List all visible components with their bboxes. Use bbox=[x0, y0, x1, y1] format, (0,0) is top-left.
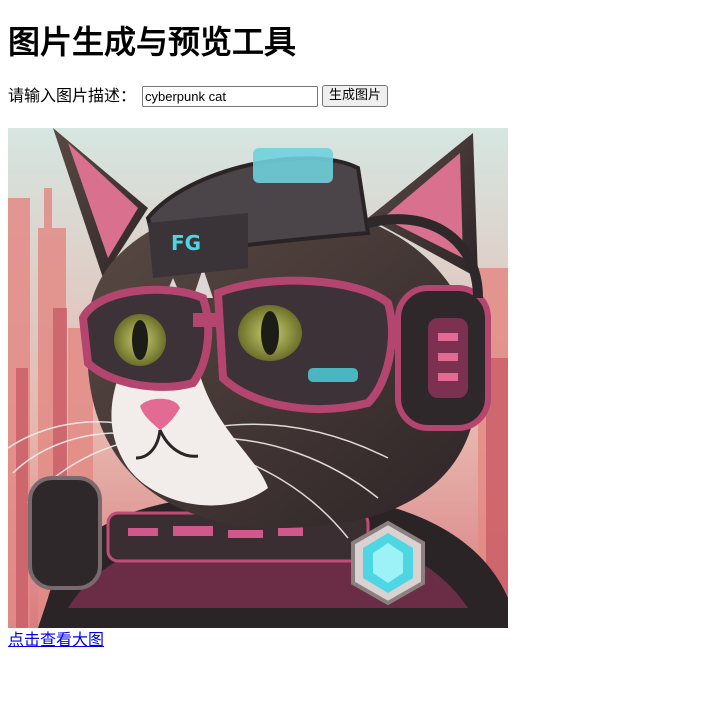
generate-button[interactable]: 生成图片 bbox=[322, 85, 389, 107]
prompt-form: 请输入图片描述： 生成图片 bbox=[8, 84, 389, 108]
page-title: 图片生成与预览工具 bbox=[8, 23, 297, 61]
cyberpunk-cat-illustration: FG bbox=[8, 128, 508, 628]
svg-text:FG: FG bbox=[171, 231, 201, 255]
view-large-image-link[interactable]: 点击查看大图 bbox=[8, 629, 104, 651]
prompt-input[interactable] bbox=[142, 85, 319, 107]
prompt-label: 请输入图片描述： bbox=[8, 86, 137, 105]
generated-image: FG bbox=[8, 128, 508, 628]
